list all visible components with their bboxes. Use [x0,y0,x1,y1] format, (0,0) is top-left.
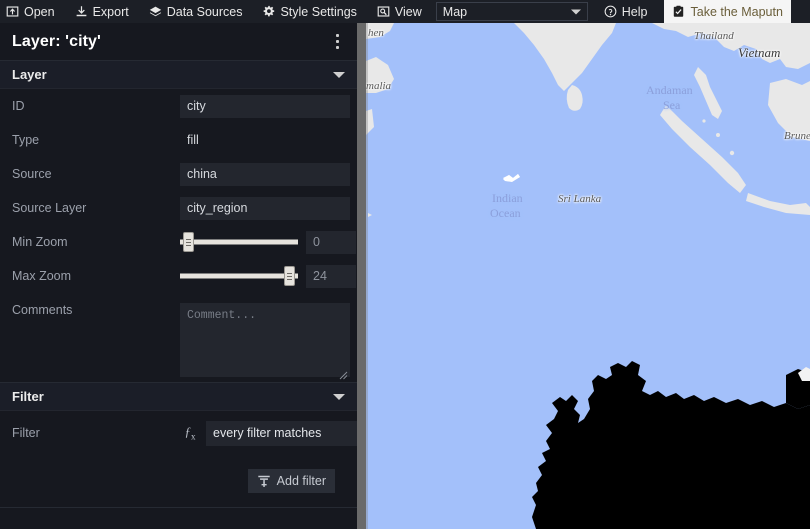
open-label: Open [24,4,55,19]
sidebar-scrollbar[interactable] [357,23,366,529]
survey-button[interactable]: Take the Maputn [663,0,791,23]
source-layer-label: Source Layer [12,201,87,215]
max-zoom-slider[interactable] [180,266,298,286]
type-label: Type [12,133,40,147]
filter-label: Filter [12,426,40,440]
clipboard-check-icon [672,5,685,18]
field-row-source: Source [0,157,350,191]
style-settings-label: Style Settings [280,4,357,19]
comments-label: Comments [12,303,73,317]
map-geometry [366,23,810,529]
source-label: Source [12,167,52,181]
add-filter-row: Add filter [0,455,347,507]
chevron-down-icon [333,71,345,78]
view-button[interactable]: View [367,0,432,23]
max-zoom-slider-track [180,273,298,279]
open-button[interactable]: Open [0,0,65,23]
filter-combinator-value: every filter matches [213,426,322,440]
chevron-down-icon [333,393,345,400]
open-icon [6,5,19,18]
layer-section-title: Layer [12,67,47,82]
id-label: ID [12,99,25,113]
min-zoom-slider-thumb[interactable] [183,232,195,252]
help-button[interactable]: Help [594,0,658,23]
layer-section-header[interactable]: Layer [0,61,357,89]
data-sources-label: Data Sources [166,4,243,19]
sidebar-header: Layer: 'city' [0,23,357,61]
min-zoom-slider[interactable] [180,232,298,252]
filter-plus-icon [257,474,271,488]
view-icon [377,5,390,18]
filter-section-header[interactable]: Filter [0,383,357,411]
field-row-source-layer: Source Layer [0,191,350,225]
max-zoom-slider-thumb[interactable] [283,266,295,286]
question-circle-icon [604,5,617,18]
field-row-filter: Filter ƒx every filter matches [0,411,357,455]
section-divider-bottom [0,507,357,508]
field-row-max-zoom: Max Zoom 24 [0,259,356,293]
field-row-min-zoom: Min Zoom 0 [0,225,356,259]
maputnik-app: Open Export Data Sources Style Settings [0,0,810,529]
field-row-comments: Comments [0,293,350,382]
map-canvas[interactable]: hen malia Sri Lanka Thailand Vietnam Bru… [366,23,810,529]
max-zoom-label: Max Zoom [12,269,72,283]
min-zoom-slider-track [180,239,298,245]
filter-section-body: Filter ƒx every filter matches Add filte… [0,411,357,507]
min-zoom-label: Min Zoom [12,235,68,249]
kebab-menu-icon[interactable] [330,33,344,51]
export-icon [75,5,88,18]
page-title: Layer: 'city' [12,32,101,50]
view-label: View [394,4,422,19]
view-mode-value: Map [442,4,468,19]
add-filter-label: Add filter [276,474,326,488]
source-input[interactable] [180,162,350,186]
chevron-down-icon [570,9,581,14]
filter-combinator-select[interactable]: every filter matches [206,420,357,446]
export-button[interactable]: Export [65,0,139,23]
min-zoom-value[interactable]: 0 [306,230,356,254]
layer-section-body: ID Type fill Source Source Layer [0,89,357,382]
id-input[interactable] [180,94,350,118]
survey-label: Take the Maputn [690,4,783,19]
max-zoom-value[interactable]: 24 [306,264,356,288]
filter-section-title: Filter [12,389,44,404]
fx-expression-icon[interactable]: ƒx [180,424,200,442]
export-label: Export [92,4,129,19]
field-row-id: ID [0,89,350,123]
comments-textarea[interactable] [180,303,350,377]
layers-icon [149,5,162,18]
field-row-type: Type fill [0,123,347,157]
layer-editor-sidebar: Layer: 'city' Layer ID Type fill S [0,23,357,529]
gear-icon [262,5,275,18]
help-label: Help [621,4,648,19]
style-settings-button[interactable]: Style Settings [252,0,366,23]
type-value: fill [187,133,199,147]
add-filter-button[interactable]: Add filter [247,469,335,493]
source-layer-input[interactable] [180,196,350,220]
top-toolbar: Open Export Data Sources Style Settings [0,0,810,23]
data-sources-button[interactable]: Data Sources [139,0,253,23]
view-mode-select[interactable]: Map [435,2,588,21]
